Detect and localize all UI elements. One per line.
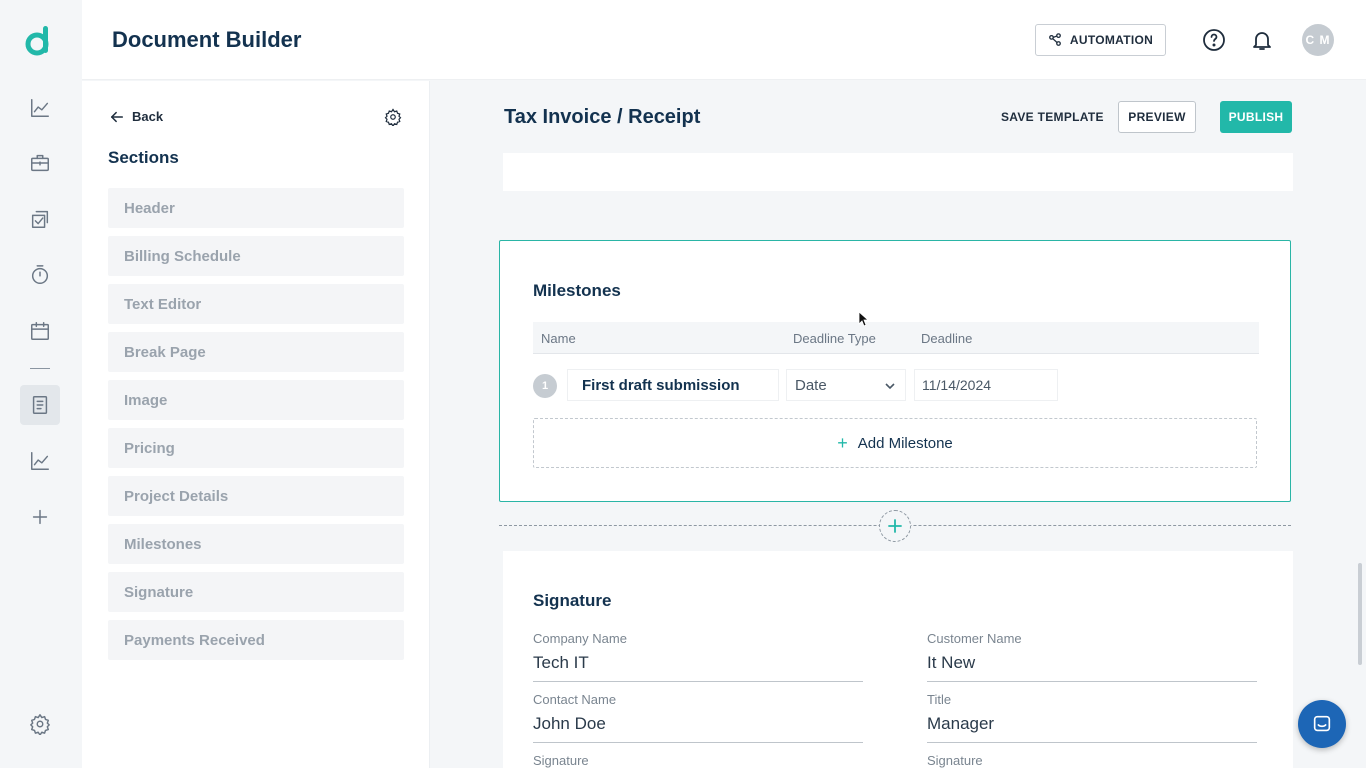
preview-button[interactable]: PREVIEW — [1118, 101, 1196, 133]
deadline-date-input[interactable]: 11/14/2024 — [914, 369, 1058, 401]
milestone-row: 1 First draft submission Date 11/14/2024 — [533, 369, 1259, 403]
left-rail — [0, 0, 82, 768]
section-item-header[interactable]: Header — [108, 188, 404, 228]
automation-button[interactable]: AUTOMATION — [1035, 24, 1166, 56]
field-label: Contact Name — [533, 692, 617, 707]
chat-launcher-button[interactable] — [1298, 700, 1346, 748]
sections-panel: Back Sections Header Billing Schedule Te… — [82, 81, 430, 768]
document-title: Tax Invoice / Receipt — [504, 106, 701, 128]
signature-card[interactable]: Signature Company Name Tech IT Customer … — [503, 551, 1293, 768]
timer-icon[interactable] — [20, 255, 60, 295]
arrow-left-icon — [110, 111, 124, 122]
chat-icon — [1313, 715, 1331, 732]
section-item-break-page[interactable]: Break Page — [108, 332, 404, 372]
field-value[interactable]: Manager — [927, 714, 1257, 743]
milestones-card[interactable]: Milestones Name Deadline Type Deadline 1… — [499, 240, 1291, 502]
section-item-project-details[interactable]: Project Details — [108, 476, 404, 516]
chevron-down-icon — [885, 383, 895, 390]
column-header-deadline-type: Deadline Type — [793, 331, 876, 346]
company-signature-field[interactable]: Signature — [533, 753, 863, 768]
add-milestone-label: Add Milestone — [857, 434, 953, 452]
field-label: Signature — [533, 753, 589, 768]
contact-name-field[interactable]: Contact Name John Doe — [533, 692, 863, 743]
back-link[interactable]: Back — [110, 109, 163, 124]
back-label: Back — [132, 109, 164, 124]
section-item-billing-schedule[interactable]: Billing Schedule — [108, 236, 404, 276]
deadline-type-select[interactable]: Date — [786, 369, 906, 401]
milestones-title: Milestones — [533, 281, 621, 300]
field-label: Company Name — [533, 631, 627, 646]
publish-button[interactable]: PUBLISH — [1220, 101, 1292, 133]
deadline-type-value: Date — [795, 376, 827, 394]
document-icon[interactable] — [20, 385, 60, 425]
title-field[interactable]: Title Manager — [927, 692, 1257, 743]
save-template-button[interactable]: SAVE TEMPLATE — [1001, 110, 1104, 124]
section-item-text-editor[interactable]: Text Editor — [108, 284, 404, 324]
field-value[interactable]: It New — [927, 653, 1257, 682]
user-avatar[interactable]: C M — [1302, 24, 1334, 56]
scrollbar[interactable] — [1358, 563, 1362, 665]
field-label: Signature — [927, 753, 983, 768]
column-header-name: Name — [541, 331, 576, 346]
section-item-image[interactable]: Image — [108, 380, 404, 420]
analytics-icon[interactable] — [20, 88, 60, 128]
plus-icon[interactable] — [20, 497, 60, 537]
mouse-cursor-icon — [858, 311, 868, 327]
app-title: Document Builder — [112, 27, 302, 52]
field-label: Title — [927, 692, 952, 707]
section-item-milestones[interactable]: Milestones — [108, 524, 404, 564]
app-logo[interactable] — [24, 24, 56, 58]
plus-icon — [888, 519, 902, 533]
previous-section-card[interactable] — [503, 153, 1293, 191]
share-nodes-icon — [1048, 33, 1061, 46]
section-list: Header Billing Schedule Text Editor Brea… — [108, 188, 404, 668]
insert-section-button[interactable] — [879, 510, 911, 542]
add-milestone-button[interactable]: + Add Milestone — [533, 418, 1257, 468]
section-item-payments-received[interactable]: Payments Received — [108, 620, 404, 660]
chart-icon[interactable] — [20, 441, 60, 481]
field-value[interactable]: Tech IT — [533, 653, 863, 682]
milestone-index: 1 — [533, 374, 557, 398]
document-canvas: Tax Invoice / Receipt SAVE TEMPLATE PREV… — [431, 81, 1366, 768]
automation-label: AUTOMATION — [1069, 33, 1154, 47]
milestones-table-header: Name Deadline Type Deadline — [533, 322, 1259, 354]
customer-signature-field[interactable]: Signature — [927, 753, 1257, 768]
help-icon[interactable] — [1202, 28, 1226, 52]
section-item-pricing[interactable]: Pricing — [108, 428, 404, 468]
sections-heading: Sections — [108, 148, 179, 167]
briefcase-icon[interactable] — [20, 143, 60, 183]
panel-settings-icon[interactable] — [384, 108, 402, 128]
bell-icon[interactable] — [1250, 28, 1274, 52]
column-header-deadline: Deadline — [921, 331, 973, 346]
top-bar: Document Builder AUTOMATION C M — [82, 0, 1366, 80]
calendar-icon[interactable] — [20, 311, 60, 351]
field-label: Customer Name — [927, 631, 1022, 646]
rail-divider — [30, 368, 50, 369]
customer-name-field[interactable]: Customer Name It New — [927, 631, 1257, 682]
field-value[interactable]: John Doe — [533, 714, 863, 743]
company-name-field[interactable]: Company Name Tech IT — [533, 631, 863, 682]
section-item-signature[interactable]: Signature — [108, 572, 404, 612]
settings-icon[interactable] — [20, 704, 60, 744]
signature-title: Signature — [533, 591, 612, 610]
plus-icon: + — [837, 433, 848, 453]
checklist-icon[interactable] — [20, 199, 60, 239]
milestone-name-input[interactable]: First draft submission — [567, 369, 779, 401]
